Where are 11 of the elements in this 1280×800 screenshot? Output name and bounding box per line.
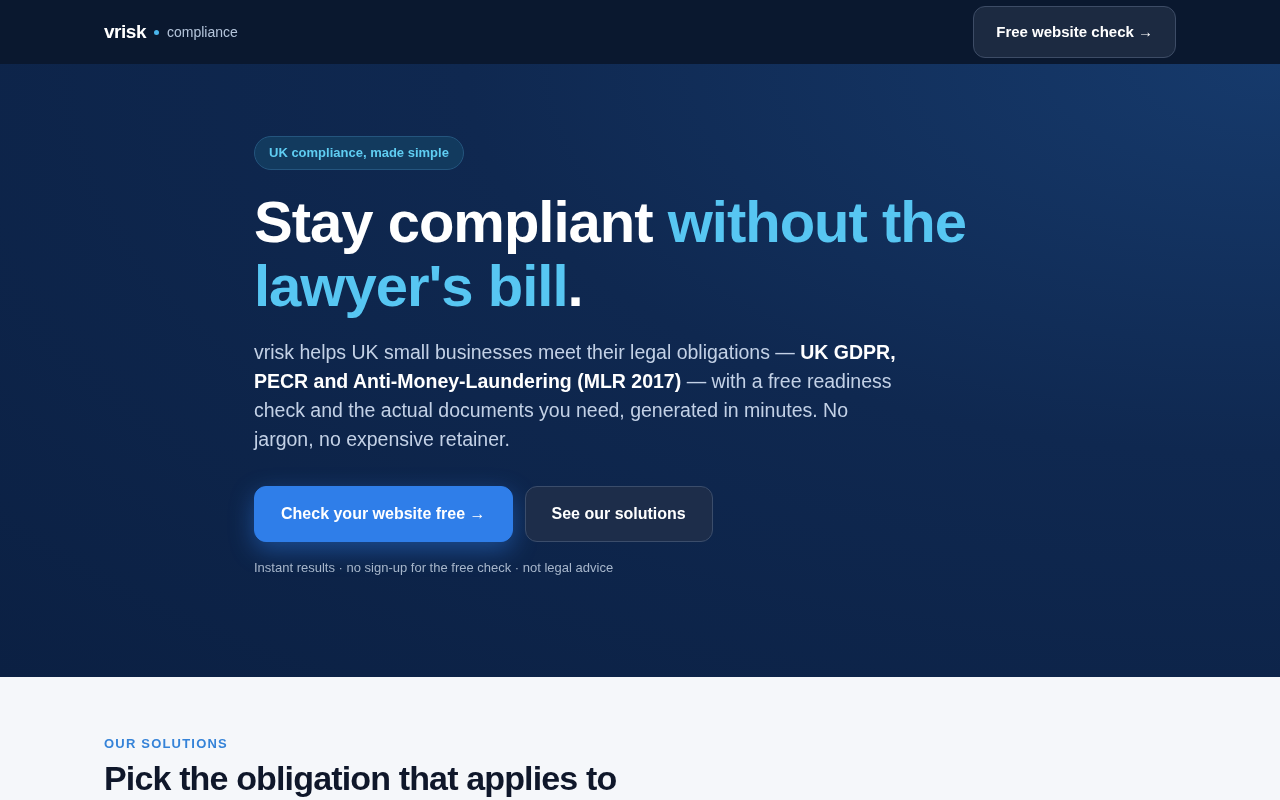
free-check-button[interactable]: Free website check → — [973, 6, 1176, 58]
headline: Stay compliant without the lawyer's bill. — [254, 190, 967, 318]
intro-paragraph: vrisk helps UK small businesses meet their legal obligations — UK GDPR, PECR and Anti-Money-Laundering (MLR 2017) — with a free readiness check and the actual documents you need, generated in minutes. No jargon, no expensive retainer. — [254, 340, 897, 452]
logo-subtitle: compliance — [167, 22, 238, 42]
tagline-badge: UK compliance, made simple — [254, 136, 464, 170]
section-heading: Pick the obligation that applies to — [104, 759, 617, 797]
disclaimer-note: Instant results · no sign-up for the free check · not legal advice — [254, 559, 614, 577]
section-eyebrow: OUR SOLUTIONS — [104, 735, 228, 753]
solutions-button[interactable]: See our solutions — [524, 486, 713, 542]
check-website-button[interactable]: Check your website free → — [254, 486, 513, 542]
logo-wordmark[interactable]: vrisk — [104, 17, 146, 47]
